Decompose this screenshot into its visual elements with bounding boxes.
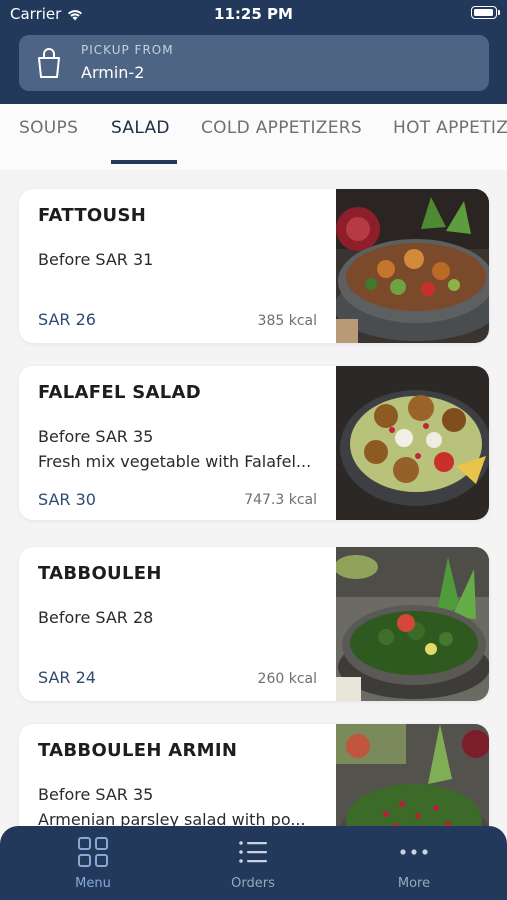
item-original-price: Before SAR 35 bbox=[38, 785, 154, 804]
item-name: TABBOULEH ARMIN bbox=[38, 740, 238, 761]
item-price: SAR 30 bbox=[38, 490, 96, 509]
item-description: Armenian parsley salad with po... bbox=[38, 810, 306, 826]
tab-cold-appetizers[interactable]: COLD APPETIZERS bbox=[201, 118, 362, 138]
item-original-price: Before SAR 31 bbox=[38, 250, 154, 269]
battery-icon bbox=[471, 6, 500, 19]
status-time: 11:25 PM bbox=[214, 5, 293, 23]
pickup-branch-name: Armin-2 bbox=[81, 63, 145, 82]
pickup-label: PICKUP FROM bbox=[81, 43, 174, 57]
tab-hot-appetizers[interactable]: HOT APPETIZ bbox=[393, 118, 507, 138]
tabbar-label: More bbox=[397, 876, 431, 891]
falafel-salad-image bbox=[336, 366, 489, 520]
pickup-location-selector[interactable]: PICKUP FROM Armin-2 bbox=[19, 35, 489, 91]
menu-item-card[interactable]: FATTOUSH Before SAR 31 SAR 26 385 kcal bbox=[19, 189, 489, 343]
list-icon bbox=[239, 841, 267, 863]
category-tabs: SOUPS SALAD COLD APPETIZERS HOT APPETIZ bbox=[0, 104, 507, 170]
bottom-tab-bar: Menu Orders More bbox=[0, 826, 507, 900]
item-price: SAR 24 bbox=[38, 668, 96, 687]
tab-soups[interactable]: SOUPS bbox=[19, 118, 78, 138]
menu-item-card[interactable]: FALAFEL SALAD Before SAR 35 Fresh mix ve… bbox=[19, 366, 489, 520]
item-price: SAR 26 bbox=[38, 310, 96, 329]
tabbar-more[interactable]: More bbox=[364, 836, 464, 891]
item-name: TABBOULEH bbox=[38, 563, 162, 584]
active-tab-indicator bbox=[111, 160, 177, 164]
item-name: FALAFEL SALAD bbox=[38, 382, 202, 403]
tabbouleh-image bbox=[336, 547, 489, 701]
item-calories: 385 kcal bbox=[257, 313, 317, 329]
tabbar-label: Orders bbox=[231, 876, 275, 891]
tabbar-orders[interactable]: Orders bbox=[203, 836, 303, 891]
menu-item-list[interactable]: FATTOUSH Before SAR 31 SAR 26 385 kcal F… bbox=[0, 170, 507, 826]
status-bar: Carrier 11:25 PM bbox=[0, 0, 507, 28]
item-original-price: Before SAR 28 bbox=[38, 608, 154, 627]
item-original-price: Before SAR 35 bbox=[38, 427, 154, 446]
item-description: Fresh mix vegetable with Falafel... bbox=[38, 452, 312, 471]
more-dots-icon bbox=[400, 849, 428, 855]
shopping-bag-icon bbox=[38, 48, 60, 78]
app-header: Carrier 11:25 PM PICKUP FROM Armin-2 bbox=[0, 0, 507, 104]
item-name: FATTOUSH bbox=[38, 205, 147, 226]
item-calories: 747.3 kcal bbox=[244, 492, 317, 508]
tabbar-label: Menu bbox=[75, 876, 111, 891]
tabbouleh-armin-image bbox=[336, 724, 489, 826]
menu-item-card[interactable]: TABBOULEH ARMIN Before SAR 35 Armenian p… bbox=[19, 724, 489, 826]
tabbar-menu[interactable]: Menu bbox=[43, 836, 143, 891]
menu-item-card[interactable]: TABBOULEH Before SAR 28 SAR 24 260 kcal bbox=[19, 547, 489, 701]
fattoush-salad-image bbox=[336, 189, 489, 343]
grid-icon bbox=[78, 837, 108, 867]
tab-salad[interactable]: SALAD bbox=[111, 118, 170, 138]
item-calories: 260 kcal bbox=[257, 671, 317, 687]
